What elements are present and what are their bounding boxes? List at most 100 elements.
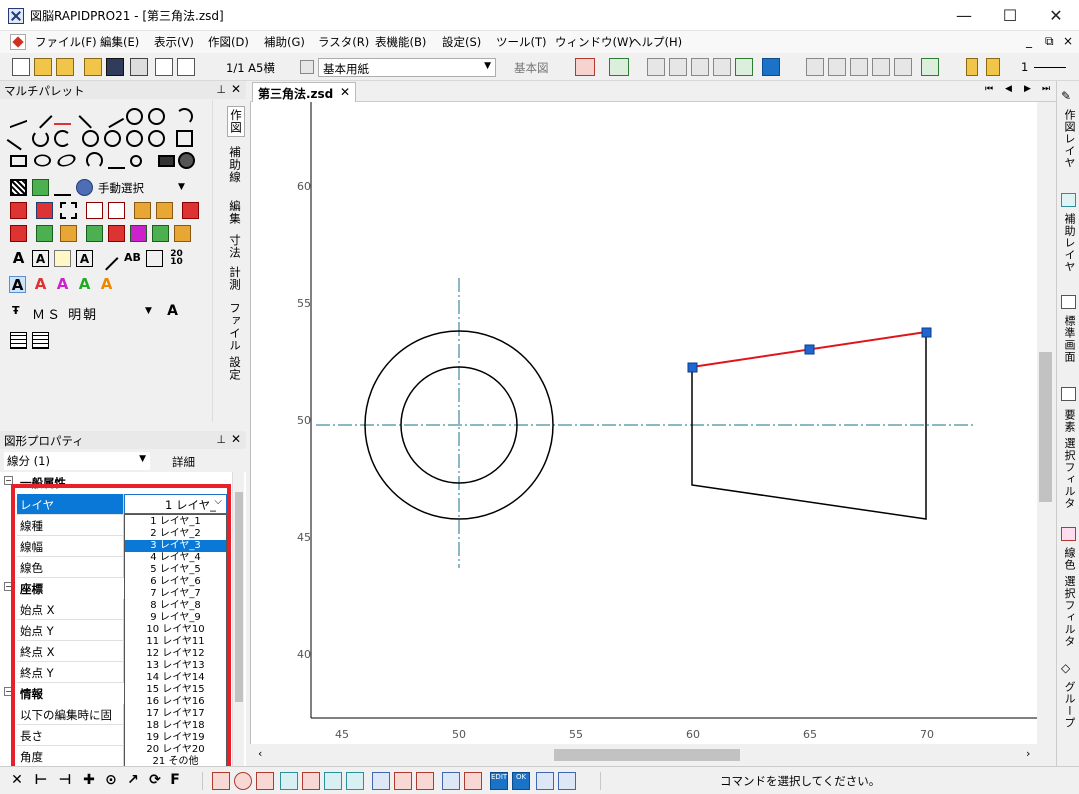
layer-option[interactable]: 8 レイヤ_8 [125, 600, 226, 612]
text-size-icon[interactable]: AB [124, 250, 141, 267]
move-icon[interactable] [86, 202, 103, 219]
grid-add-icon[interactable] [828, 58, 846, 76]
collapse-icon[interactable]: − [4, 582, 13, 591]
paint-icon[interactable] [54, 179, 71, 196]
text-layer-1-icon[interactable]: A [9, 276, 26, 293]
mdi-close-button[interactable]: × [1063, 34, 1073, 48]
menu-file[interactable]: ファイル(F) [35, 34, 97, 50]
ellipse-arc-icon[interactable] [54, 154, 79, 167]
menu-help[interactable]: ヘルプ(H) [630, 34, 682, 50]
layer-3-icon[interactable] [130, 225, 147, 242]
layer-option[interactable]: 14 レイヤ14 [125, 672, 226, 684]
layer-4-icon[interactable] [152, 225, 169, 242]
pattern-icon[interactable] [32, 179, 49, 196]
close-button[interactable]: ✕ [1033, 0, 1079, 31]
tab-file[interactable]: ファイル [227, 302, 243, 352]
lightbulb-icon[interactable] [966, 58, 978, 76]
attribute-icon[interactable] [10, 225, 27, 242]
scroll-left-icon[interactable]: ‹ [258, 747, 262, 760]
grid-paste-icon[interactable] [872, 58, 890, 76]
snap-end-icon[interactable]: ⊢ [32, 772, 50, 790]
detail-button[interactable]: 詳細 [172, 454, 195, 470]
layer-option[interactable]: 12 レイヤ12 [125, 648, 226, 660]
row-line-type[interactable]: 線種 [17, 515, 124, 536]
cut-icon[interactable] [647, 58, 665, 76]
zoom-fit-icon[interactable] [735, 58, 753, 76]
save-icon[interactable] [106, 58, 124, 76]
menu-raster[interactable]: ラスタ(R) [318, 34, 369, 50]
selection-handle-end[interactable] [921, 327, 932, 338]
horizontal-scroll-thumb[interactable] [554, 749, 740, 761]
menu-aux[interactable]: 補助(G) [264, 34, 305, 50]
dimension-snap-icon[interactable] [536, 772, 554, 790]
circle-icon[interactable] [104, 130, 121, 147]
document-menu-icon[interactable] [10, 34, 26, 50]
tab-draw[interactable]: 作図 [227, 106, 245, 137]
collapse-icon[interactable]: − [4, 687, 13, 696]
line-icon[interactable] [28, 104, 53, 129]
ok-edit-icon[interactable]: OK [512, 772, 530, 790]
maximize-button[interactable]: ☐ [987, 0, 1033, 31]
tab-edit[interactable]: 編集 [227, 200, 243, 225]
lock-icon[interactable] [986, 58, 1000, 76]
arc-tangent-icon[interactable] [54, 130, 71, 147]
tab-color-filter[interactable]: 線色 選択フィルタ [1061, 547, 1077, 648]
line-width-value[interactable]: 1 [1021, 60, 1028, 74]
select-rect-icon[interactable] [60, 202, 77, 219]
layer-tool-icon[interactable] [921, 58, 939, 76]
pin-icon[interactable]: ⊥ [216, 433, 226, 446]
layer-option[interactable]: 17 レイヤ17 [125, 708, 226, 720]
first-page-icon[interactable]: ⏮ [985, 84, 993, 94]
menu-edit[interactable]: 編集(E) [100, 34, 139, 50]
layer-option[interactable]: 16 レイヤ16 [125, 696, 226, 708]
double-circle-icon[interactable] [148, 108, 165, 125]
row-start-y[interactable]: 始点 Y [17, 620, 124, 641]
layer-option[interactable]: 7 レイヤ_7 [125, 588, 226, 600]
property-scrollbar[interactable] [232, 472, 244, 768]
vertical-scroll-thumb[interactable] [1039, 352, 1052, 502]
change-layer-icon[interactable] [36, 225, 53, 242]
layer-select[interactable]: 1 レイヤ_ ⌵ [124, 494, 227, 514]
layer-option[interactable]: 2 レイヤ_2 [125, 528, 226, 540]
layer-option[interactable]: 3 レイヤ_3 [125, 540, 226, 552]
row-layer[interactable]: レイヤ [17, 494, 124, 515]
paste-icon[interactable] [691, 58, 709, 76]
redo-icon[interactable] [609, 58, 629, 76]
print-icon[interactable] [130, 58, 148, 76]
ellipse-icon[interactable] [34, 154, 51, 167]
leader-icon[interactable] [94, 246, 119, 271]
erase-icon[interactable] [10, 202, 27, 219]
copy-icon[interactable] [669, 58, 687, 76]
last-page-icon[interactable]: ⏭ [1042, 84, 1050, 94]
multi-line-icon[interactable] [54, 108, 71, 125]
text-layer-4-icon[interactable]: A [76, 276, 93, 293]
menu-draw[interactable]: 作図(D) [208, 34, 249, 50]
print-preview-icon[interactable] [177, 58, 195, 76]
select-pointer-icon[interactable] [713, 58, 731, 76]
number-icon[interactable]: 20 10 [168, 250, 185, 267]
scroll-right-icon[interactable]: › [1026, 747, 1030, 760]
fill-circle-icon[interactable] [178, 152, 195, 169]
selection-handle-mid[interactable] [804, 344, 815, 355]
deselect-icon[interactable] [464, 772, 482, 790]
circle-3pt-icon[interactable] [126, 130, 143, 147]
layer-2-icon[interactable] [108, 225, 125, 242]
font-name[interactable]: ＭＳ 明朝 [32, 304, 98, 323]
font-size-icon[interactable]: A [164, 303, 181, 320]
snap-free-icon[interactable]: ✕ [8, 772, 26, 790]
row-line-width[interactable]: 線幅 [17, 536, 124, 557]
horizontal-scrollbar[interactable]: ‹ › [250, 744, 1037, 766]
layer-option[interactable]: 10 レイヤ10 [125, 624, 226, 636]
mode-3-icon[interactable] [256, 772, 274, 790]
open-folder-icon[interactable] [34, 58, 52, 76]
palette-scrollbar[interactable] [212, 100, 222, 422]
table-icon[interactable] [10, 332, 27, 349]
arc-3pt-icon[interactable] [32, 130, 49, 147]
tab-standard-view[interactable]: 標準画面 [1061, 315, 1077, 363]
paper-select[interactable]: 基本用紙 ▼ [318, 58, 496, 77]
layer-5-icon[interactable] [174, 225, 191, 242]
hatch-icon[interactable] [10, 179, 27, 196]
snap-cross-icon[interactable]: ✚ [80, 772, 98, 790]
object-type-select[interactable]: 線分 (1) ▼ [4, 452, 150, 470]
copy-move-icon[interactable] [108, 202, 125, 219]
